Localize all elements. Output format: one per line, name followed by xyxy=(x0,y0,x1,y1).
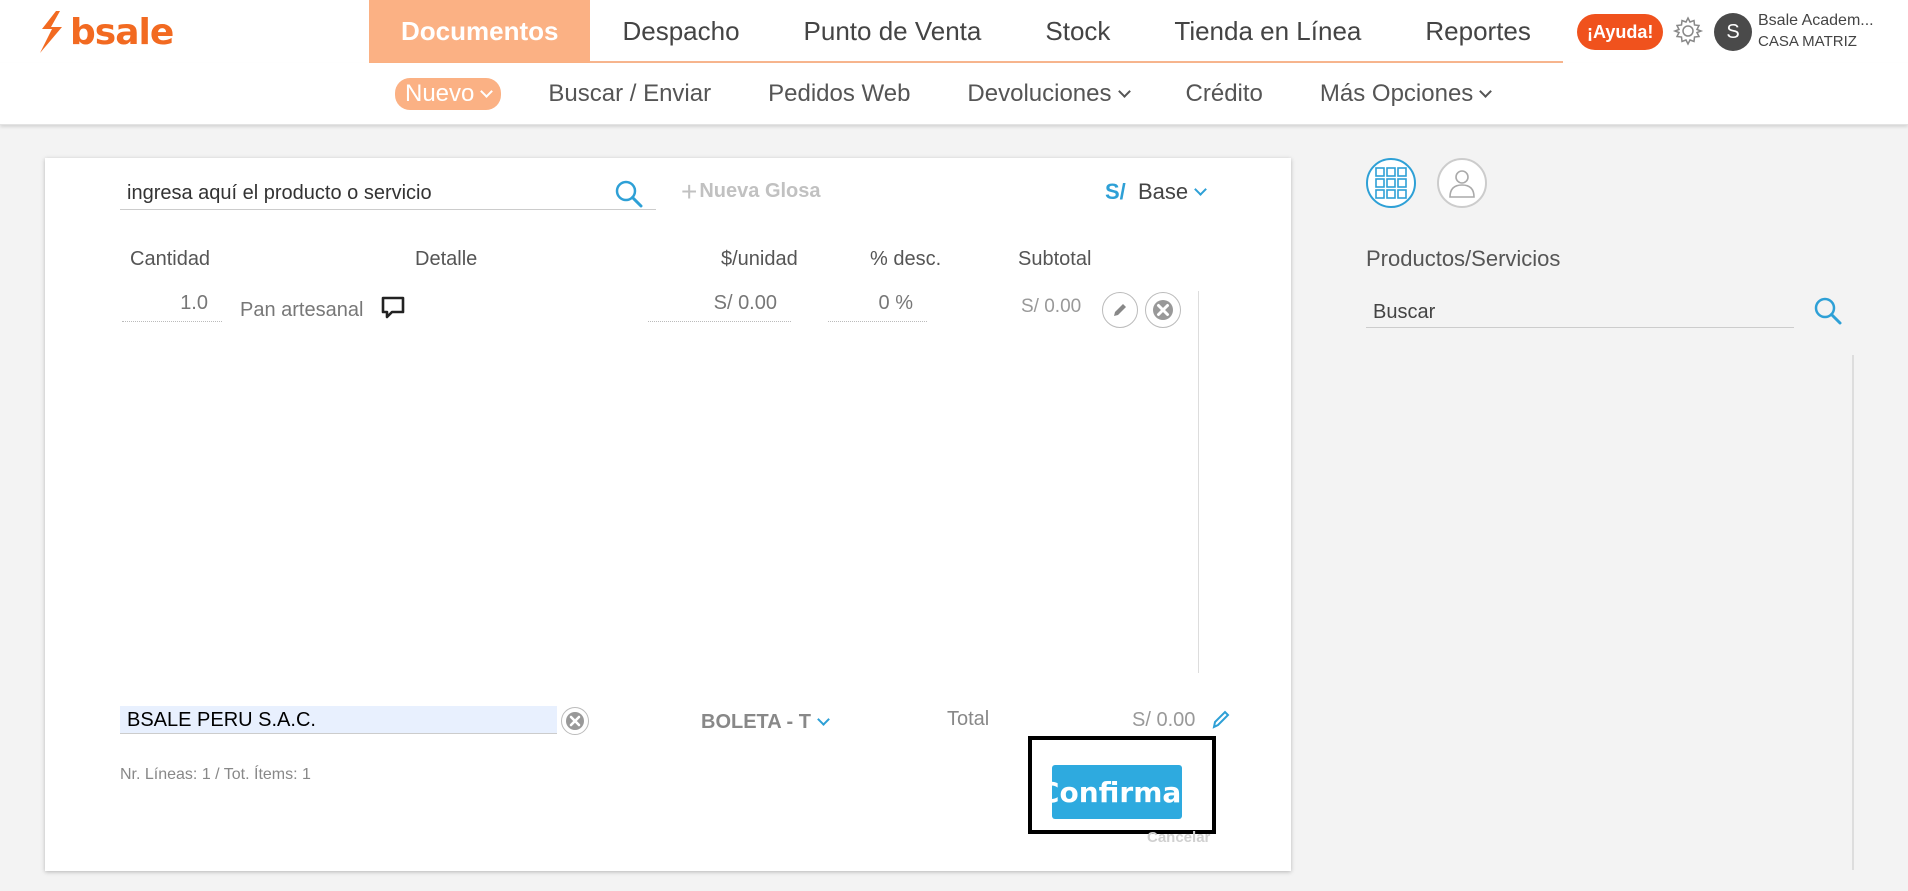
client-tab[interactable] xyxy=(1437,158,1487,208)
pencil-icon xyxy=(1114,304,1126,316)
bsale-logo-icon xyxy=(40,11,62,53)
chevron-down-icon xyxy=(817,713,830,726)
nav-punto-de-venta[interactable]: Punto de Venta xyxy=(772,0,1014,63)
close-icon xyxy=(1153,300,1173,320)
delete-line-button[interactable] xyxy=(1145,292,1181,328)
gear-icon[interactable] xyxy=(1672,15,1704,47)
clear-client-button[interactable] xyxy=(561,707,589,735)
cancel-link[interactable]: Cancelar xyxy=(1147,829,1210,846)
document-type-select[interactable]: BOLETA - T xyxy=(701,711,830,734)
product-search-input[interactable]: ingresa aquí el producto o servicio xyxy=(120,178,656,210)
chevron-down-icon xyxy=(1479,84,1493,98)
pencil-icon[interactable] xyxy=(1210,708,1232,730)
subnav-nuevo-label: Nuevo xyxy=(405,80,475,107)
nav-reportes[interactable]: Reportes xyxy=(1393,0,1563,63)
column-header-unit-price: $/unidad xyxy=(721,248,798,270)
sidebar-title: Productos/Servicios xyxy=(1366,246,1561,271)
search-icon[interactable] xyxy=(613,178,645,210)
bsale-logo[interactable]: bsale xyxy=(38,10,174,54)
comment-icon[interactable] xyxy=(380,295,406,321)
subnav-mas-opciones[interactable]: Más Opciones xyxy=(1319,80,1493,108)
help-button[interactable]: ¡Ayuda! xyxy=(1577,14,1664,50)
column-header-detalle: Detalle xyxy=(415,248,478,270)
new-gloss-label: Nueva Glosa xyxy=(699,180,821,202)
subnav-devoluciones-label: Devoluciones xyxy=(967,80,1112,107)
sidebar-scrollbar[interactable] xyxy=(1852,355,1854,870)
close-icon xyxy=(566,712,584,730)
currency-symbol: S/ xyxy=(1105,179,1126,204)
row-subtotal: S/ 0.00 xyxy=(1021,296,1082,317)
client-input[interactable]: BSALE PERU S.A.C. xyxy=(120,706,557,734)
subnav-credito[interactable]: Crédito xyxy=(1186,80,1263,108)
nav-despacho[interactable]: Despacho xyxy=(590,0,771,63)
document-panel: ingresa aquí el producto o servicio + Nu… xyxy=(45,158,1291,871)
user-branch: CASA MATRIZ xyxy=(1758,33,1857,50)
subnav-devoluciones[interactable]: Devoluciones xyxy=(967,80,1131,108)
confirm-button[interactable]: Confirmar xyxy=(1039,765,1195,819)
chevron-down-icon xyxy=(1117,84,1131,98)
search-icon[interactable] xyxy=(1812,295,1844,327)
nav-tienda-en-linea[interactable]: Tienda en Línea xyxy=(1142,0,1393,63)
column-header-cantidad: Cantidad xyxy=(130,248,211,270)
logo-text: bsale xyxy=(70,11,174,53)
line-summary: Nr. Líneas: 1 / Tot. Ítems: 1 xyxy=(120,766,311,783)
column-header-discount: % desc. xyxy=(870,248,942,270)
subnav-pedidos-web[interactable]: Pedidos Web xyxy=(768,80,910,108)
plus-icon: + xyxy=(681,175,698,207)
subnav-nuevo[interactable]: Nuevo xyxy=(395,78,502,110)
avatar[interactable]: S xyxy=(1714,13,1752,51)
subnav-buscar-enviar[interactable]: Buscar / Enviar xyxy=(548,80,711,108)
top-navigation-bar: bsale Documentos Despacho Punto de Venta… xyxy=(0,0,1908,63)
quantity-input[interactable]: 1.0 xyxy=(122,292,222,322)
grid-icon xyxy=(1375,167,1407,199)
new-gloss-button[interactable]: + Nueva Glosa xyxy=(681,175,821,207)
price-list-select[interactable]: Base xyxy=(1138,179,1208,205)
unit-price-input[interactable]: S/ 0.00 xyxy=(648,292,791,322)
sub-navigation-bar: Nuevo Buscar / Enviar Pedidos Web Devolu… xyxy=(0,63,1908,125)
edit-line-button[interactable] xyxy=(1102,292,1138,328)
items-scroll-divider xyxy=(1198,291,1199,673)
sub-nav: Nuevo Buscar / Enviar Pedidos Web Devolu… xyxy=(395,63,1547,125)
chevron-down-icon xyxy=(1194,182,1208,196)
total-value: S/ 0.00 xyxy=(1132,709,1196,731)
grid-view-tab[interactable] xyxy=(1366,158,1416,208)
nav-stock[interactable]: Stock xyxy=(1013,0,1142,63)
column-header-subtotal: Subtotal xyxy=(1018,248,1092,270)
user-name[interactable]: Bsale Academ... xyxy=(1758,12,1874,30)
discount-input[interactable]: 0 % xyxy=(828,292,927,322)
document-type-value: BOLETA - T xyxy=(701,711,811,733)
chevron-down-icon xyxy=(480,84,494,98)
item-detail: Pan artesanal xyxy=(240,299,364,321)
total-label: Total xyxy=(947,708,990,730)
nav-documentos[interactable]: Documentos xyxy=(369,0,591,63)
price-list-value: Base xyxy=(1138,179,1189,204)
user-icon xyxy=(1449,170,1475,198)
sidebar-search-input[interactable]: Buscar xyxy=(1366,298,1794,328)
main-nav: Documentos Despacho Punto de Venta Stock… xyxy=(369,0,1563,63)
subnav-mas-opciones-label: Más Opciones xyxy=(1319,80,1474,107)
